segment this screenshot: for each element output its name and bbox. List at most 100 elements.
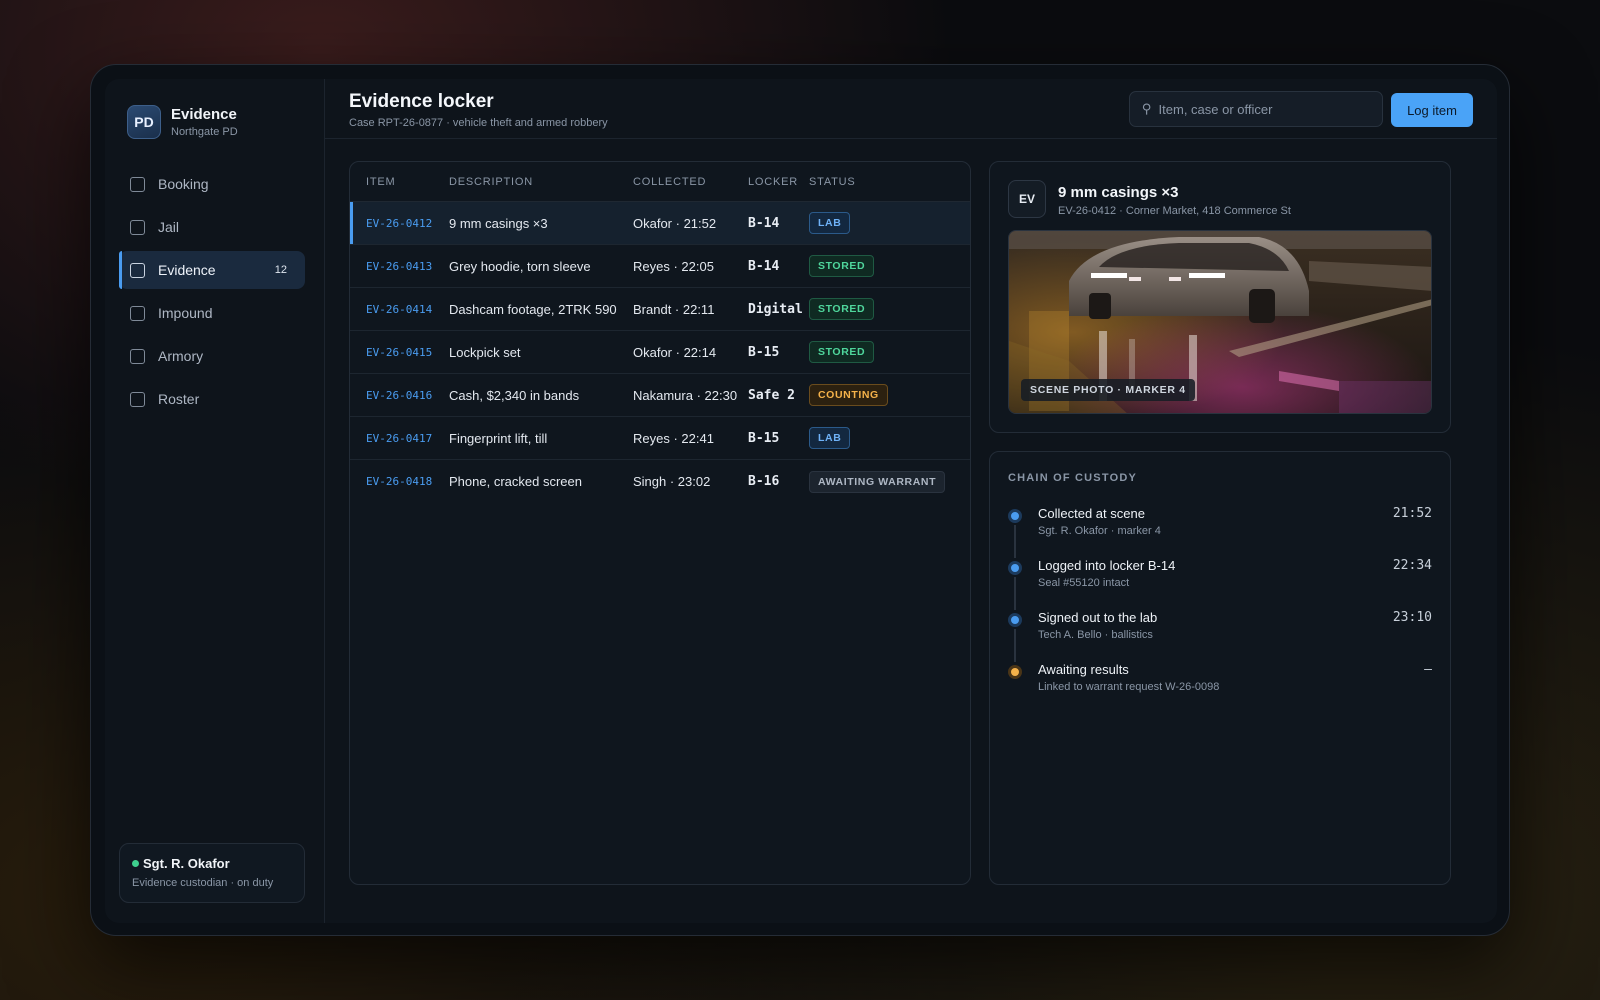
item-locker: B-15 (748, 430, 780, 446)
photo-caption: SCENE PHOTO · MARKER 4 (1021, 379, 1195, 401)
checkbox-icon (130, 219, 145, 235)
item-description: Dashcam footage, 2TRK 590 (449, 301, 617, 317)
scene-photo[interactable]: SCENE PHOTO · MARKER 4 (1008, 230, 1432, 414)
sidebar-item-label: Armory (158, 348, 204, 364)
item-description: Lockpick set (449, 344, 521, 360)
event-subtitle: Tech A. Bello · ballistics (1038, 629, 1153, 641)
sidebar-item-label: Roster (158, 391, 200, 407)
page-title: Evidence locker (349, 91, 494, 112)
item-id[interactable]: EV-26-0417 (350, 432, 449, 445)
column-header-locker[interactable]: LOCKER (748, 176, 809, 188)
timeline-connector (1014, 525, 1016, 558)
user-role: Evidence custodian · on duty (132, 877, 274, 889)
column-header-item[interactable]: ITEM (350, 176, 449, 188)
table-header: ITEM DESCRIPTION COLLECTED LOCKER STATUS (350, 162, 970, 202)
status-badge: AWAITING WARRANT (809, 470, 946, 493)
checkbox-icon (130, 176, 145, 192)
sidebar-item-booking[interactable]: Booking (119, 165, 305, 203)
column-header-description[interactable]: DESCRIPTION (449, 176, 633, 188)
table-row[interactable]: EV-26-0416 Cash, $2,340 in bands Nakamur… (350, 374, 970, 417)
event-time: 22:34 (1392, 558, 1432, 573)
table-row[interactable]: EV-26-0413 Grey hoodie, torn sleeve Reye… (350, 245, 970, 288)
user-name: Sgt. R. Okafor (143, 856, 230, 871)
detail-title: 9 mm casings ×3 (1058, 184, 1179, 201)
event-subtitle: Linked to warrant request W-26-0098 (1038, 681, 1220, 693)
item-id[interactable]: EV-26-0418 (350, 475, 449, 488)
user-card[interactable]: Sgt. R. Okafor Evidence custodian · on d… (119, 843, 305, 903)
item-id[interactable]: EV-26-0413 (350, 260, 449, 273)
item-id[interactable]: EV-26-0412 (350, 217, 449, 230)
item-id[interactable]: EV-26-0414 (350, 303, 449, 316)
evidence-badge: EV (1008, 180, 1046, 218)
sidebar-item-evidence[interactable]: Evidence 12 (119, 251, 305, 289)
status-badge: STORED (809, 298, 875, 320)
item-detail-card: EV 9 mm casings ×3 EV-26-0412 · Corner M… (989, 161, 1451, 433)
search-input[interactable]: ⚲ Item, case or officer (1129, 91, 1383, 127)
brand[interactable]: PD Evidence Northgate PD (127, 105, 238, 139)
event-title: Awaiting results (1038, 662, 1129, 677)
search-placeholder: Item, case or officer (1158, 101, 1273, 117)
table-row[interactable]: EV-26-0415 Lockpick set Okafor · 22:14 B… (350, 331, 970, 374)
evidence-table: ITEM DESCRIPTION COLLECTED LOCKER STATUS… (349, 161, 971, 885)
table-row[interactable]: EV-26-0412 9 mm casings ×3 Okafor · 21:5… (350, 202, 970, 245)
table-row[interactable]: EV-26-0414 Dashcam footage, 2TRK 590 Bra… (350, 288, 970, 331)
item-collected: Okafor · 21:52 (633, 215, 717, 231)
event-subtitle: Sgt. R. Okafor · marker 4 (1038, 525, 1161, 537)
checkbox-icon (130, 262, 145, 278)
event-time: 23:10 (1392, 610, 1432, 625)
item-collected: Reyes · 22:41 (633, 430, 714, 446)
page-header: Evidence locker Case RPT-26-0877 · vehic… (325, 79, 1497, 139)
item-collected: Singh · 23:02 (633, 474, 711, 489)
timeline-connector (1014, 629, 1016, 662)
event-title: Logged into locker B-14 (1038, 558, 1176, 573)
timeline-dot-icon (1008, 509, 1022, 523)
column-header-collected[interactable]: COLLECTED (633, 176, 748, 188)
status-badge: COUNTING (809, 384, 888, 406)
timeline-dot-icon (1008, 665, 1022, 679)
item-id[interactable]: EV-26-0415 (350, 346, 449, 359)
item-collected: Okafor · 22:14 (633, 344, 717, 360)
item-id[interactable]: EV-26-0416 (350, 389, 449, 402)
sidebar-item-impound[interactable]: Impound (119, 294, 305, 332)
timeline-event: Awaiting results Linked to warrant reque… (1008, 662, 1432, 714)
sidebar-item-label: Impound (158, 305, 213, 321)
sidebar-item-count: 12 (274, 264, 287, 276)
item-locker: B-15 (748, 344, 780, 360)
status-badge: STORED (809, 341, 875, 363)
item-description: Fingerprint lift, till (449, 430, 548, 446)
item-collected: Reyes · 22:05 (633, 258, 714, 274)
sidebar-nav: Booking Jail Evidence 12 Impound Armory … (119, 165, 305, 423)
timeline-connector (1014, 577, 1016, 610)
chain-of-custody-card: CHAIN OF CUSTODY Collected at scene Sgt.… (989, 451, 1451, 885)
timeline-event: Collected at scene Sgt. R. Okafor · mark… (1008, 506, 1432, 558)
timeline-dot-icon (1008, 613, 1022, 627)
brand-logo: PD (127, 105, 161, 139)
table-row[interactable]: EV-26-0418 Phone, cracked screen Singh ·… (350, 460, 970, 503)
status-badge: STORED (809, 255, 875, 277)
app-frame: PD Evidence Northgate PD Booking Jail Ev… (90, 64, 1510, 936)
custody-timeline: Collected at scene Sgt. R. Okafor · mark… (1008, 506, 1432, 714)
page-subtitle: Case RPT-26-0877 · vehicle theft and arm… (349, 117, 608, 129)
custody-heading: CHAIN OF CUSTODY (1008, 472, 1138, 484)
event-subtitle: Seal #55120 intact (1038, 577, 1130, 589)
item-collected: Nakamura · 22:30 (633, 387, 738, 403)
sidebar-item-label: Evidence (158, 262, 216, 278)
sidebar-item-roster[interactable]: Roster (119, 380, 305, 418)
sidebar-item-armory[interactable]: Armory (119, 337, 305, 375)
timeline-event: Logged into locker B-14 Seal #55120 inta… (1008, 558, 1432, 610)
brand-title: Evidence (171, 106, 237, 123)
table-row[interactable]: EV-26-0417 Fingerprint lift, till Reyes … (350, 417, 970, 460)
sidebar-item-jail[interactable]: Jail (119, 208, 305, 246)
item-locker: B-14 (748, 215, 780, 231)
item-description: Grey hoodie, torn sleeve (449, 258, 591, 274)
log-item-button[interactable]: Log item (1391, 93, 1473, 127)
item-locker: B-14 (748, 258, 780, 274)
sidebar-item-label: Booking (158, 176, 209, 192)
sidebar-item-label: Jail (158, 219, 180, 235)
event-title: Signed out to the lab (1038, 610, 1158, 625)
item-description: Cash, $2,340 in bands (449, 387, 580, 403)
event-title: Collected at scene (1038, 506, 1145, 521)
column-header-status[interactable]: STATUS (809, 176, 970, 188)
event-time: 21:52 (1392, 506, 1432, 521)
item-description: Phone, cracked screen (449, 474, 582, 489)
